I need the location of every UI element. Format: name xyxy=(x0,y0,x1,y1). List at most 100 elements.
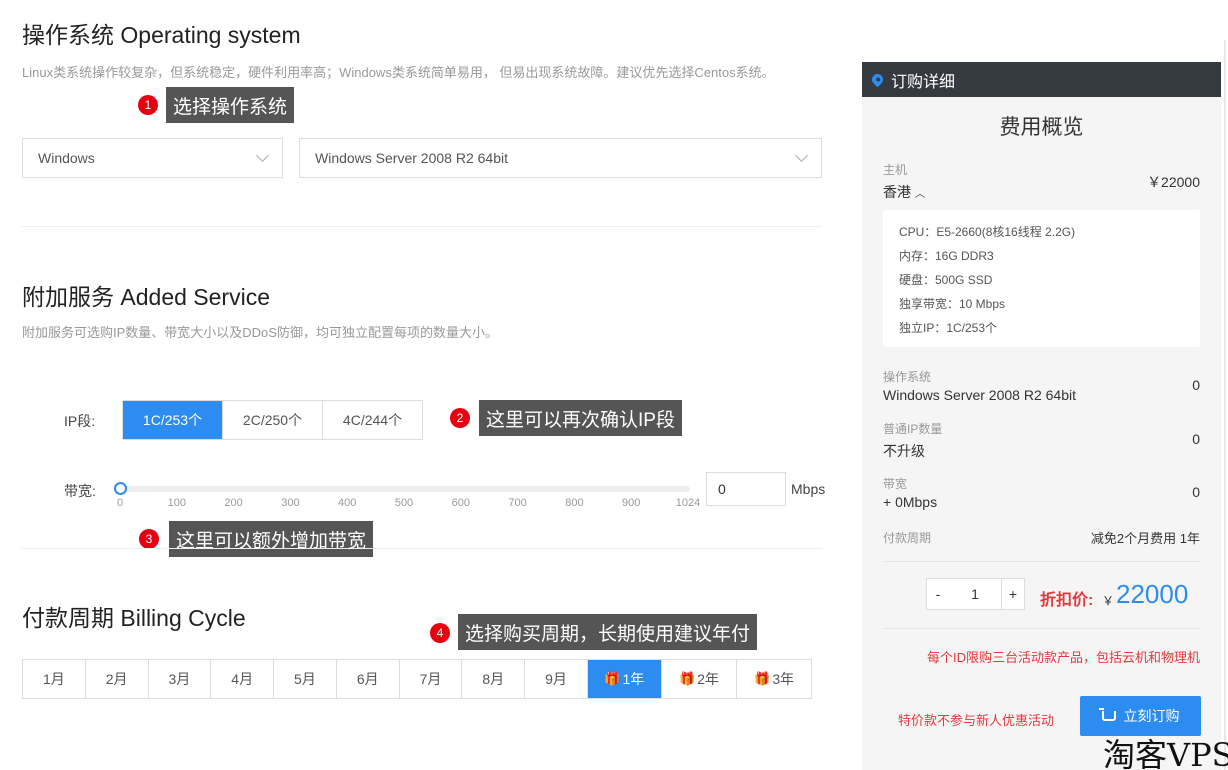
billing-title: 付款周期 Billing Cycle xyxy=(22,605,246,631)
chevron-up-icon: ︿ xyxy=(915,188,925,200)
page-edge-line xyxy=(1224,40,1226,770)
step-badge-2: 2 xyxy=(450,408,470,428)
gift-icon: 🎁 xyxy=(604,671,621,686)
gift-icon: 🎁 xyxy=(678,671,696,686)
cycle-label: 2年 xyxy=(697,671,719,687)
os-version-value: Windows Server 2008 R2 64bit xyxy=(315,150,508,166)
os-tip: 选择操作系统 xyxy=(166,87,295,123)
chevron-down-icon xyxy=(795,149,808,162)
bandwidth-tick-label: 1024 xyxy=(675,497,701,509)
cycle-label: 4月 xyxy=(231,671,254,687)
purchase-limit-notice: 每个ID限购三台活动款产品，包括云机和物理机 xyxy=(926,650,1200,665)
step-badge-3: 3 xyxy=(139,529,159,549)
host-value: 香港 xyxy=(883,184,911,200)
cycle-option-8m[interactable]: 8月 xyxy=(462,660,526,698)
cycle-label: 3年 xyxy=(772,671,795,687)
bandwidth-slider-handle[interactable] xyxy=(114,482,127,495)
bandwidth-input[interactable]: 0 xyxy=(706,472,786,506)
cycle-option-7m[interactable]: 7月 xyxy=(399,660,463,698)
bandwidth-tick-label: 100 xyxy=(167,497,186,509)
cycle-option-3y[interactable]: 🎁 3年 xyxy=(737,660,812,698)
os-title: 操作系统 Operating system xyxy=(22,22,301,48)
cycle-option-1y[interactable]: 🎁 1年 xyxy=(587,660,662,698)
cycle-option-9m[interactable]: 9月 xyxy=(525,660,588,698)
order-header-title: 订购详细 xyxy=(891,73,956,91)
os-type-value: Windows xyxy=(38,150,95,166)
cycle-option-3m[interactable]: 3月 xyxy=(148,660,212,698)
order-period-label: 付款周期 xyxy=(883,531,932,545)
location-pin-icon xyxy=(869,71,886,88)
ip-tip: 这里可以再次确认IP段 xyxy=(479,400,682,436)
host-spec-card: CPU：E5-2660(8核16线程 2.2G) 内存：16G DDR3 硬盘：… xyxy=(883,210,1200,347)
bandwidth-tick-label: 700 xyxy=(508,497,527,509)
cart-icon xyxy=(1098,708,1116,721)
bandwidth-tick-label: 0 xyxy=(116,497,124,509)
order-bw-value: + 0Mbps xyxy=(883,494,938,510)
order-subtitle: 费用概览 xyxy=(999,116,1084,139)
qty-minus-button[interactable]: - xyxy=(926,578,950,610)
os-version-select[interactable]: Windows Server 2008 R2 64bit xyxy=(299,138,822,178)
billing-cycle-group: 1月 2月 3月 4月 5月 6月 7月 8月 9月 🎁 1年 🎁 2年 🎁 3年 xyxy=(22,659,812,699)
spec-memory: 内存：16G DDR3 xyxy=(899,249,994,263)
ip-option-1c[interactable]: 1C/253个 xyxy=(123,401,223,439)
bandwidth-tick-label: 400 xyxy=(338,497,357,509)
spec-ip: 独立IP：1C/253个 xyxy=(899,321,998,335)
bandwidth-unit: Mbps xyxy=(791,481,826,497)
cycle-label: 7月 xyxy=(419,671,442,687)
bandwidth-tick-label: 800 xyxy=(565,497,584,509)
cycle-option-6m[interactable]: 6月 xyxy=(336,660,400,698)
currency-symbol: ￥ xyxy=(1102,594,1115,608)
step-badge-4: 4 xyxy=(430,623,450,643)
bandwidth-tick-label: 200 xyxy=(224,497,243,509)
spec-cpu: CPU：E5-2660(8核16线程 2.2G) xyxy=(899,225,1076,239)
total-price: 22000 xyxy=(1116,579,1189,609)
order-panel-header: 订购详细 xyxy=(862,62,1221,97)
bandwidth-tick-label: 900 xyxy=(622,497,641,509)
bandwidth-tip: 这里可以额外增加带宽 xyxy=(169,521,374,557)
cycle-label: 5月 xyxy=(294,671,316,687)
order-os-price: 0 xyxy=(1192,377,1200,393)
promo-notice: 特价款不参与新人优惠活动 xyxy=(898,713,1055,728)
order-os-value: Windows Server 2008 R2 64bit xyxy=(883,387,1076,403)
os-type-select[interactable]: Windows xyxy=(22,138,283,178)
step-badge-1: 1 xyxy=(138,95,158,115)
os-description: Linux类系统操作较复杂，但系统稳定，硬件利用率高；Windows类系统简单易… xyxy=(22,65,775,80)
cycle-option-2m[interactable]: 2月 xyxy=(85,660,149,698)
ip-option-2c[interactable]: 2C/250个 xyxy=(223,401,323,439)
watermark: 淘客VPS xyxy=(1103,736,1228,770)
spec-disk: 硬盘：500G SSD xyxy=(899,273,993,287)
bandwidth-slider-track[interactable] xyxy=(120,486,690,492)
order-ip-price: 0 xyxy=(1192,431,1200,447)
order-os-label: 操作系统 xyxy=(883,370,932,384)
divider xyxy=(883,628,1200,629)
cycle-option-2y[interactable]: 🎁 2年 xyxy=(661,660,738,698)
order-bw-label: 带宽 xyxy=(883,477,908,491)
host-toggle[interactable]: 香港 ︿ xyxy=(883,182,925,202)
ip-segment-group: 1C/253个 2C/250个 4C/244个 xyxy=(122,400,423,440)
cycle-label: 1月 xyxy=(42,671,65,687)
bandwidth-tick-label: 500 xyxy=(394,497,414,509)
ip-label: IP段: xyxy=(64,413,96,429)
billing-tip: 选择购买周期，长期使用建议年付 xyxy=(458,614,758,650)
cycle-label: 1年 xyxy=(622,671,645,687)
chevron-down-icon xyxy=(256,149,269,162)
qty-input[interactable]: 1 xyxy=(949,578,1001,610)
divider xyxy=(883,561,1200,562)
spec-bandwidth: 独享带宽：10 Mbps xyxy=(899,297,1006,311)
bandwidth-label: 带宽: xyxy=(64,483,96,499)
order-period-value: 减免2个月费用 1年 xyxy=(1090,531,1200,546)
bandwidth-tick-label: 300 xyxy=(281,497,300,509)
buy-button-label: 立刻订购 xyxy=(1123,708,1180,724)
qty-plus-button[interactable]: + xyxy=(1001,578,1025,610)
cycle-label: 2月 xyxy=(105,671,128,687)
order-ip-label: 普通IP数量 xyxy=(883,422,943,436)
cycle-option-1m[interactable]: 1月 xyxy=(23,660,86,698)
cycle-option-5m[interactable]: 5月 xyxy=(274,660,337,698)
cycle-option-4m[interactable]: 4月 xyxy=(211,660,275,698)
divider xyxy=(22,226,822,227)
ip-option-4c[interactable]: 4C/244个 xyxy=(323,401,422,439)
gift-icon: 🎁 xyxy=(754,671,771,686)
cycle-label: 6月 xyxy=(356,671,379,687)
host-label: 主机 xyxy=(883,163,908,177)
added-service-description: 附加服务可选购IP数量、带宽大小以及DDoS防御，均可独立配置每项的数量大小。 xyxy=(22,325,498,340)
